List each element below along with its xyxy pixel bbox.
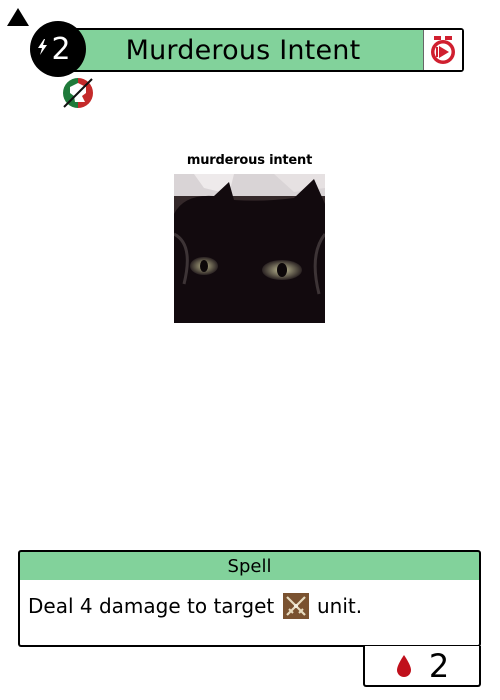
- card-title: Murderous Intent: [125, 34, 361, 66]
- blood-drop-icon: [396, 654, 411, 677]
- black-cat-image: [174, 174, 325, 323]
- triangle-marker-icon: [7, 8, 29, 26]
- art-caption: murderous intent: [174, 146, 325, 174]
- stat-value: 2: [428, 646, 450, 685]
- fast-spell-icon: [431, 36, 455, 64]
- rules-text-end: unit.: [316, 594, 363, 618]
- crossed-swords-icon: [282, 593, 309, 619]
- card-title-bar: Murderous Intent: [62, 28, 464, 72]
- rules-text-start: Deal 4 damage to target: [28, 594, 275, 618]
- lightning-bolt-icon: [38, 39, 47, 55]
- card-type-bar: Spell: [18, 550, 481, 582]
- faction-emblem-icon: [61, 76, 95, 110]
- speed-indicator: [423, 30, 462, 70]
- stat-box: 2: [363, 646, 481, 687]
- mana-cost: 2: [30, 21, 86, 77]
- rules-text-box: Deal 4 damage to target unit.: [18, 580, 481, 647]
- card-art: murderous intent: [174, 146, 325, 323]
- cost-value: 2: [51, 31, 71, 67]
